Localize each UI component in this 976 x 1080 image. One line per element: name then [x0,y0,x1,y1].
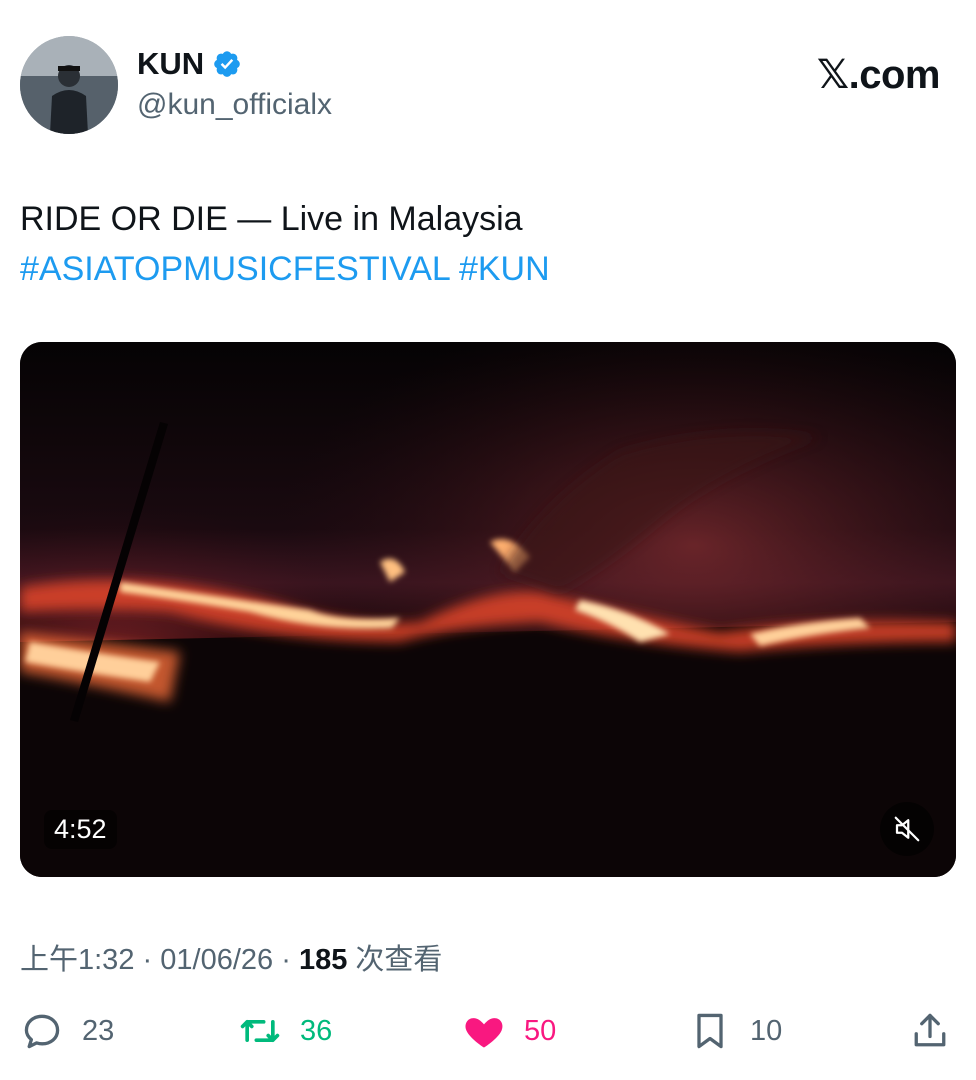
views-count: 185 [298,944,348,976]
video-frame-lava [20,342,956,877]
bookmark-button[interactable]: 10 [688,1006,782,1056]
bookmark-icon [697,1013,723,1049]
tweet-text-line: RIDE OR DIE — Live in Malaysia [20,200,523,238]
x-com-logo: 𝕏.com [816,53,941,97]
author-display-name[interactable]: KUN [137,46,204,82]
tweet-text: RIDE OR DIE — Live in Malaysia #ASIATOPM… [20,194,950,294]
bookmark-count: 10 [750,1014,783,1047]
tweet-card: KUN @kun_officialx 𝕏.com RIDE OR DIE — L… [0,0,976,1080]
share-button[interactable] [908,1006,952,1056]
like-button[interactable]: 50 [462,1006,556,1056]
author-handle[interactable]: @kun_officialx [137,88,332,122]
avatar-photo [20,36,118,134]
muted-speaker-icon [894,816,920,842]
author-name-row[interactable]: KUN [137,46,242,82]
retweet-count: 36 [300,1014,333,1047]
heart-icon [465,1018,503,1048]
meta-separator: · [142,944,153,976]
reply-button[interactable]: 23 [20,1006,114,1056]
retweet-button[interactable]: 36 [238,1006,332,1056]
verified-badge-icon [212,49,242,79]
mute-toggle-button[interactable] [880,802,934,856]
like-count: 50 [524,1014,557,1047]
reply-icon [24,1014,60,1049]
retweet-icon [240,1020,280,1042]
video-player[interactable]: 4:52 [20,342,956,877]
action-bar: 23 36 50 10 [20,1006,956,1056]
tweet-date[interactable]: 01/06/26 [160,944,273,976]
views-label: 次查看 [355,944,443,976]
author-avatar[interactable] [20,36,118,134]
meta-separator: · [281,944,291,976]
reply-count: 23 [82,1014,115,1047]
hashtag-link[interactable]: #KUN [459,250,550,288]
video-duration: 4:52 [44,810,117,849]
tweet-time[interactable]: 上午1:32 [20,944,134,976]
hashtag-link[interactable]: #ASIATOPMUSICFESTIVAL [20,250,450,288]
tweet-meta: 上午1:32 · 01/06/26 · 185 次查看 [20,936,442,978]
hashtag-line: #ASIATOPMUSICFESTIVAL #KUN [20,244,950,294]
share-icon [914,1013,946,1047]
